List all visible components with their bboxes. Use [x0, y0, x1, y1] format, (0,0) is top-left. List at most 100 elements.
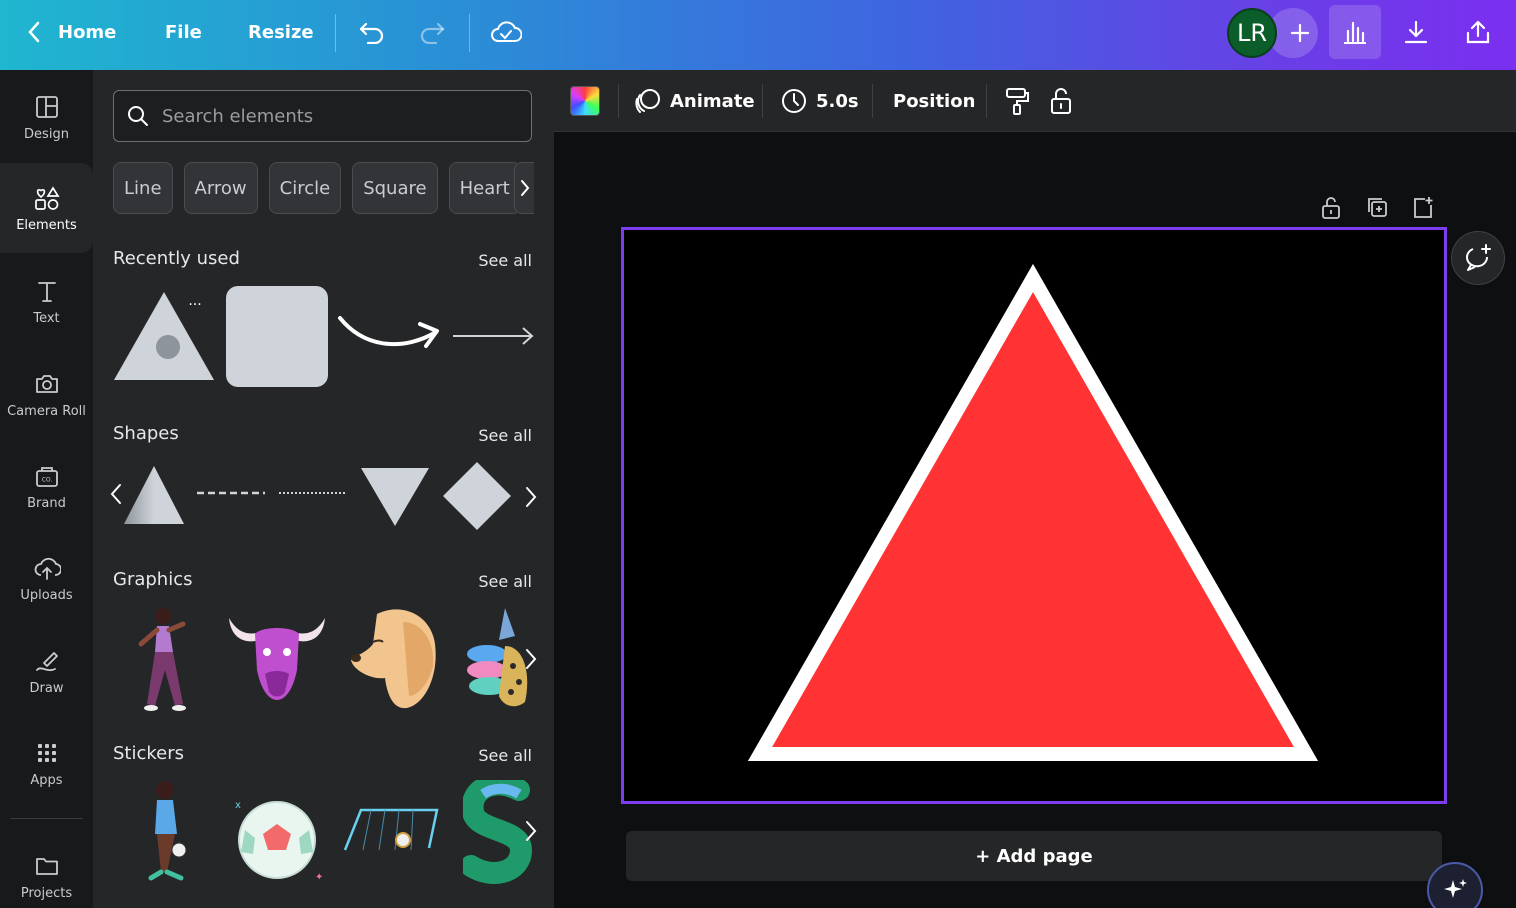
undo-button[interactable]	[358, 0, 386, 64]
rail-item-design[interactable]: Design	[0, 72, 93, 162]
shape-inverted-triangle[interactable]	[359, 464, 431, 526]
position-button[interactable]: Position	[893, 70, 975, 132]
search-box[interactable]	[113, 90, 532, 142]
color-picker-button[interactable]	[570, 70, 600, 132]
comment-plus-icon	[1463, 243, 1493, 273]
chip-circle[interactable]: Circle	[269, 162, 342, 214]
chip-square[interactable]: Square	[352, 162, 437, 214]
chip-line[interactable]: Line	[113, 162, 173, 214]
graphic-dog[interactable]	[347, 604, 441, 710]
rail-item-draw[interactable]: Draw	[0, 626, 93, 716]
file-menu-button[interactable]: File	[165, 0, 202, 64]
recent-item-line-arrow[interactable]	[451, 324, 535, 352]
download-icon	[1403, 19, 1429, 45]
animate-label: Animate	[670, 91, 755, 112]
shapes-see-all[interactable]: See all	[478, 426, 532, 445]
rail-label: Design	[24, 127, 69, 142]
shape-triangle[interactable]	[123, 464, 185, 526]
rail-item-uploads[interactable]: Uploads	[0, 533, 93, 623]
elements-panel: Line Arrow Circle Square Heart Recently …	[93, 70, 554, 908]
context-toolbar: Animate 5.0s Position	[554, 70, 1516, 132]
shape-dotted-line[interactable]	[277, 489, 349, 497]
graphics-next-button[interactable]	[522, 644, 540, 674]
svg-text:✦: ✦	[315, 872, 323, 883]
rail-item-text[interactable]: Text	[0, 256, 93, 346]
rail-item-apps[interactable]: Apps	[0, 718, 93, 808]
rail-item-camera-roll[interactable]: Camera Roll	[0, 349, 93, 439]
plus-icon	[1290, 23, 1310, 43]
graphic-bull-head[interactable]	[225, 610, 329, 706]
insights-button[interactable]	[1329, 5, 1381, 59]
rail-label: Elements	[16, 218, 77, 233]
recent-see-all[interactable]: See all	[478, 251, 532, 270]
lock-button[interactable]	[1048, 70, 1074, 132]
resize-button[interactable]: Resize	[248, 0, 314, 64]
shape-diamond[interactable]	[441, 460, 513, 532]
more-options-button[interactable]: ···	[180, 290, 210, 320]
design-canvas[interactable]	[621, 227, 1447, 804]
stickers-see-all[interactable]: See all	[478, 746, 532, 765]
chevron-right-icon	[519, 178, 531, 198]
sticker-soccer-player[interactable]	[137, 778, 197, 884]
unlock-icon	[1048, 86, 1074, 116]
chips-next-button[interactable]	[514, 162, 534, 214]
chevron-right-icon	[524, 485, 538, 509]
rail-label: Projects	[21, 886, 72, 901]
graphics-see-all[interactable]: See all	[478, 572, 532, 591]
more-icon: ···	[188, 297, 201, 313]
recent-item-triangle[interactable]: ···	[113, 284, 216, 388]
magic-assistant-button[interactable]	[1427, 862, 1483, 908]
add-page-icon[interactable]	[1411, 195, 1435, 221]
download-button[interactable]	[1390, 5, 1442, 59]
home-button[interactable]: Home	[26, 0, 116, 64]
duration-label: 5.0s	[816, 91, 859, 112]
shapes-next-button[interactable]	[522, 482, 540, 512]
stickers-next-button[interactable]	[522, 816, 540, 846]
cloud-check-icon	[490, 19, 522, 45]
graphic-dancer[interactable]	[127, 604, 199, 712]
divider	[986, 84, 987, 118]
chevron-right-icon	[524, 819, 538, 843]
svg-text:CO.: CO.	[41, 476, 52, 483]
filter-chips: Line Arrow Circle Square Heart	[113, 162, 532, 214]
chip-heart[interactable]: Heart	[449, 162, 521, 214]
shape-dashed-line[interactable]	[195, 488, 267, 498]
sticker-soccer-ball[interactable]: x ✦	[231, 794, 323, 884]
top-bar: Home File Resize LR	[0, 0, 1516, 70]
shapes-prev-button[interactable]	[109, 482, 123, 510]
line-arrow-shape	[451, 324, 535, 348]
layout-icon	[33, 93, 61, 121]
page-lock-icon[interactable]	[1319, 195, 1343, 221]
position-label: Position	[893, 91, 975, 112]
search-input[interactable]	[162, 106, 502, 127]
redo-button[interactable]	[418, 0, 446, 64]
chip-arrow[interactable]: Arrow	[184, 162, 258, 214]
divider	[10, 818, 83, 819]
avatar[interactable]: LR	[1227, 8, 1277, 58]
folder-icon	[33, 852, 61, 880]
left-rail: Design Elements Text Camera Roll CO. Bra…	[0, 70, 93, 908]
share-button[interactable]	[1452, 5, 1504, 59]
paint-roller-icon	[1004, 86, 1030, 116]
sticker-goal-net[interactable]	[343, 806, 439, 854]
stickers-title: Stickers	[113, 743, 184, 764]
chevron-left-icon	[109, 482, 123, 506]
add-page-button[interactable]: + Add page	[626, 831, 1442, 881]
copy-style-button[interactable]	[1004, 70, 1030, 132]
stickers-row: x ✦	[93, 778, 554, 888]
graphics-title: Graphics	[113, 569, 193, 590]
cloud-sync-button[interactable]	[490, 0, 522, 64]
rail-item-projects[interactable]: Projects	[0, 831, 93, 908]
recent-item-rounded-square[interactable]	[226, 286, 328, 387]
duration-button[interactable]: 5.0s	[780, 70, 859, 132]
rail-item-elements[interactable]: Elements	[0, 163, 93, 253]
animate-button[interactable]: Animate	[634, 70, 755, 132]
add-comment-button[interactable]	[1451, 231, 1505, 285]
red-triangle[interactable]	[760, 278, 1306, 754]
apps-grid-icon	[33, 739, 61, 767]
recent-item-curved-arrow[interactable]	[336, 304, 442, 368]
rail-label: Brand	[27, 496, 66, 511]
recent-title: Recently used	[113, 248, 240, 269]
duplicate-page-icon[interactable]	[1365, 195, 1389, 221]
rail-item-brand[interactable]: CO. Brand	[0, 441, 93, 531]
